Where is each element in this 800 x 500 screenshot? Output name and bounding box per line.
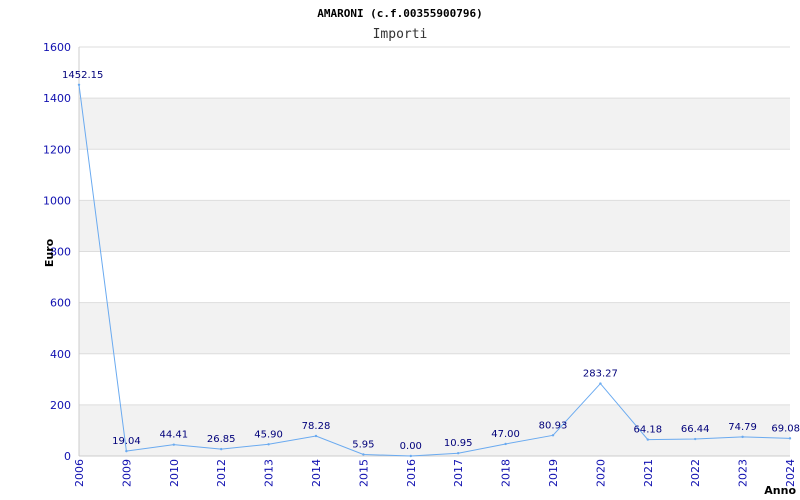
data-point	[551, 434, 555, 437]
data-point	[788, 437, 792, 440]
data-point	[457, 452, 460, 455]
data-label: 78.28	[302, 421, 331, 432]
data-label: 1452.15	[62, 70, 103, 81]
x-tick-label: 2018	[500, 459, 513, 487]
data-label: 10.95	[444, 438, 473, 449]
data-label: 0.00	[400, 441, 422, 452]
data-point	[599, 382, 602, 385]
data-point	[77, 83, 81, 86]
y-tick-label: 600	[50, 297, 71, 310]
chart-title: AMARONI (c.f.00355900796)	[317, 7, 483, 20]
y-tick-label: 1400	[43, 92, 71, 105]
y-tick-label: 1000	[43, 194, 71, 207]
y-tick-label: 400	[50, 348, 71, 361]
data-label: 45.90	[254, 429, 283, 440]
x-tick-label: 2021	[642, 459, 655, 487]
data-label: 44.41	[159, 430, 188, 441]
chart: 02004006008001000120014001600 2006 2009 20…	[43, 7, 800, 497]
y-tick-label: 1600	[43, 41, 71, 54]
data-label: 69.08	[771, 423, 800, 434]
data-point	[220, 447, 223, 451]
data-label: 5.95	[352, 439, 374, 450]
data-label: 74.79	[728, 422, 757, 433]
y-tick-label: 1200	[43, 143, 71, 156]
x-tick-label: 2024	[784, 459, 797, 487]
x-tick-label: 2015	[357, 459, 370, 487]
x-tick-label: 2023	[737, 459, 750, 487]
x-tick-label: 2020	[594, 459, 607, 487]
grid-band	[79, 200, 790, 252]
x-tick-label: 2022	[689, 459, 702, 487]
data-point	[409, 454, 412, 458]
data-label: 64.18	[633, 425, 662, 436]
data-label: 19.04	[112, 436, 141, 447]
x-tick-label: 2017	[452, 459, 465, 487]
y-tick-label: 200	[50, 399, 71, 412]
data-point	[504, 442, 507, 446]
chart-subtitle: Importi	[373, 27, 428, 42]
data-label: 283.27	[583, 369, 618, 380]
data-point	[267, 443, 270, 446]
data-label: 66.44	[681, 424, 710, 435]
x-tick-label: 2010	[168, 459, 181, 487]
x-axis-label: Anno	[764, 484, 796, 497]
x-tick-label: 2019	[547, 459, 560, 487]
x-tick-label: 2014	[310, 459, 323, 487]
data-point	[362, 453, 365, 456]
data-point	[694, 437, 697, 441]
data-label: 26.85	[207, 434, 236, 445]
grid-band	[79, 302, 790, 354]
data-point	[172, 443, 175, 446]
grid-band	[79, 98, 790, 150]
x-tick-labels: 2006 2009 2010 2012 2013 2014 2015 2016 2017 2018…	[73, 459, 797, 487]
x-tick-label: 2013	[263, 459, 276, 487]
data-label: 80.93	[539, 420, 568, 431]
x-tick-label: 2016	[405, 459, 418, 487]
y-tick-label: 0	[64, 450, 71, 463]
x-tick-label: 2009	[120, 459, 133, 487]
data-point	[125, 449, 128, 453]
data-point	[646, 438, 649, 441]
x-tick-label: 2006	[73, 459, 86, 487]
x-tick-label: 2012	[215, 459, 228, 487]
data-point	[741, 435, 744, 439]
data-point	[314, 434, 318, 438]
y-axis-label: Euro	[43, 238, 56, 267]
grid-bands	[79, 98, 790, 456]
data-label: 47.00	[491, 429, 520, 440]
